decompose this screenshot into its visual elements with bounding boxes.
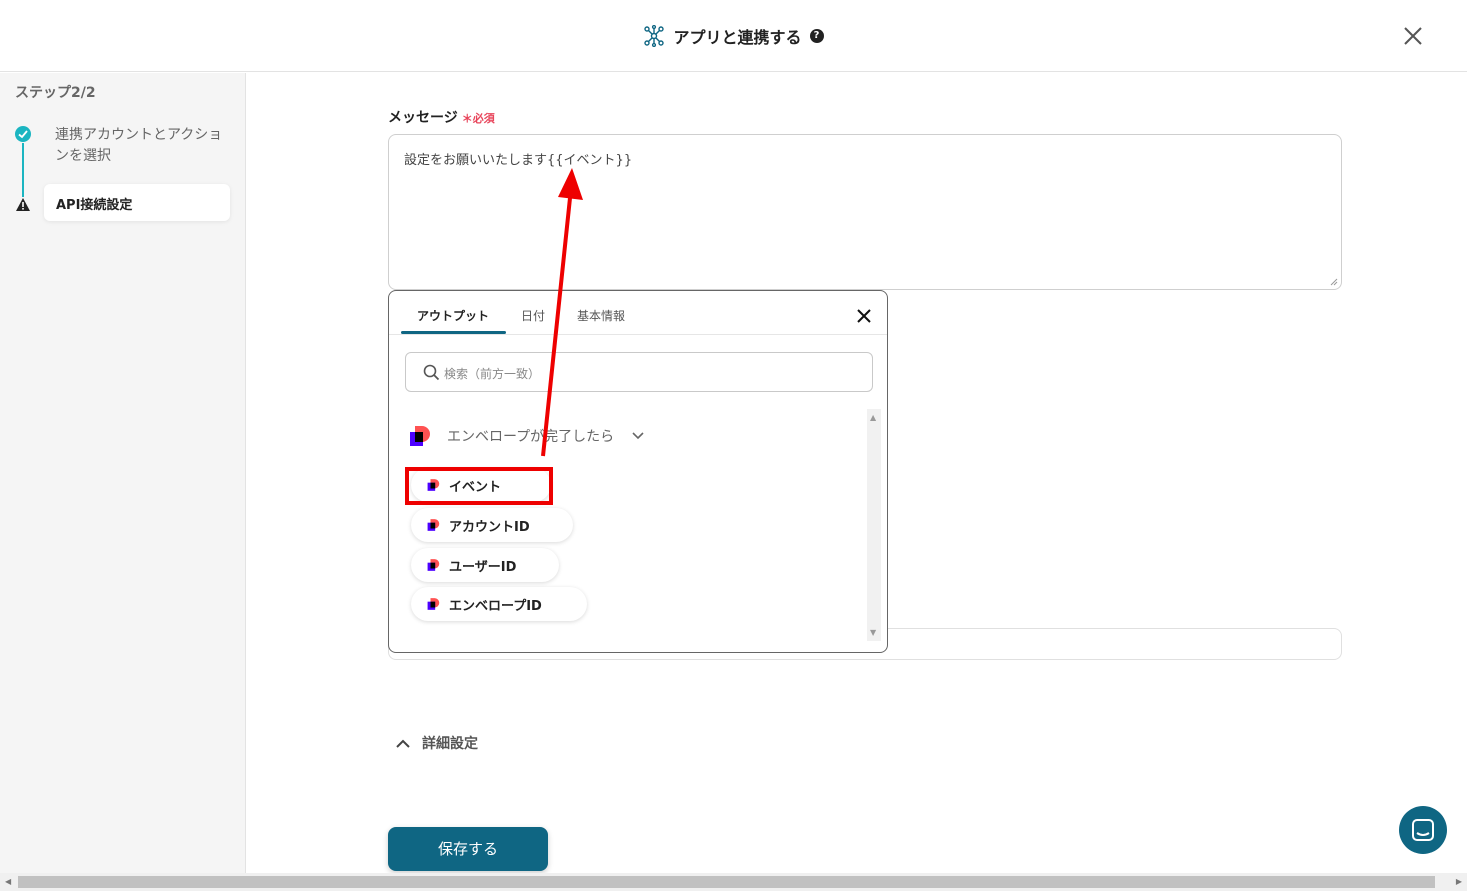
required-badge: ＊必須 xyxy=(461,112,495,125)
chat-launcher-button[interactable] xyxy=(1399,806,1447,854)
search-input[interactable]: 検索（前方一致） xyxy=(405,352,873,392)
message-textarea[interactable]: 設定をお願いいたします{{イベント}} xyxy=(388,134,1342,290)
active-tab-indicator xyxy=(401,331,506,334)
tab-basic-info[interactable]: 基本情報 xyxy=(577,307,625,324)
resize-grip-icon[interactable] xyxy=(1330,278,1338,286)
chat-icon xyxy=(1412,819,1434,841)
close-icon[interactable] xyxy=(1399,22,1427,50)
search-placeholder: 検索（前方一致） xyxy=(444,367,541,381)
step-connector xyxy=(22,143,24,197)
chevron-up-icon xyxy=(396,739,410,748)
tab-output[interactable]: アウトプット xyxy=(417,307,489,324)
modal-header: アプリと連携する ? xyxy=(0,0,1467,72)
output-item-account-id[interactable]: アカウントID xyxy=(411,508,573,542)
popup-scrollbar[interactable]: ▲ ▼ xyxy=(867,409,881,641)
scroll-left-icon[interactable]: ◀ xyxy=(5,877,11,886)
page: アプリと連携する ? ステップ2/2 連携アカウントとアクションを選択 API接… xyxy=(0,0,1467,891)
advanced-settings-label: 詳細設定 xyxy=(422,736,478,752)
scroll-up-icon[interactable]: ▲ xyxy=(870,413,876,422)
step-1-label[interactable]: 連携アカウントとアクションを選択 xyxy=(55,125,225,167)
close-icon[interactable] xyxy=(855,307,873,325)
picker-tabs: アウトプット 日付 基本情報 xyxy=(389,291,887,335)
tab-date[interactable]: 日付 xyxy=(521,307,545,324)
warning-icon xyxy=(16,198,30,211)
docusign-logo-icon xyxy=(427,519,440,531)
chevron-down-icon xyxy=(632,432,644,440)
message-value: 設定をお願いいたします{{イベント}} xyxy=(404,153,633,168)
output-item-label: ユーザーID xyxy=(449,559,517,575)
search-icon xyxy=(423,364,440,381)
output-item-envelope-id[interactable]: エンベロープID xyxy=(411,587,587,621)
docusign-logo-icon xyxy=(410,426,430,446)
network-icon xyxy=(644,25,665,47)
output-group-header[interactable]: エンベロープが完了したら xyxy=(409,424,644,448)
step-2-item[interactable]: API接続設定 xyxy=(44,184,230,221)
save-button[interactable]: 保存する xyxy=(388,827,548,871)
output-item-label: アカウントID xyxy=(449,519,530,535)
variable-picker-popup: アウトプット 日付 基本情報 検索（前方一致） エンベロープが完了したら イベン… xyxy=(388,290,888,653)
modal-title: アプリと連携する ? xyxy=(0,24,1467,48)
help-icon[interactable]: ? xyxy=(809,29,824,43)
docusign-logo-icon xyxy=(427,598,440,610)
scroll-right-icon[interactable]: ▶ xyxy=(1456,877,1462,886)
output-item-user-id[interactable]: ユーザーID xyxy=(411,548,559,582)
advanced-settings-toggle[interactable]: 詳細設定 xyxy=(396,733,478,753)
required-text: 必須 xyxy=(472,112,495,125)
message-label-text: メッセージ xyxy=(388,110,458,126)
docusign-logo-icon xyxy=(427,559,440,571)
scroll-down-icon[interactable]: ▼ xyxy=(870,628,876,637)
scrollbar-thumb[interactable] xyxy=(18,876,1435,888)
step-2-label: API接続設定 xyxy=(56,198,133,213)
group-label: エンベロープが完了したら xyxy=(447,429,615,445)
step-sidebar: ステップ2/2 連携アカウントとアクションを選択 API接続設定 xyxy=(0,73,246,891)
horizontal-scrollbar[interactable]: ◀ ▶ xyxy=(0,873,1467,891)
modal-title-text: アプリと連携する xyxy=(673,28,802,47)
output-item-label: エンベロープID xyxy=(449,598,542,614)
check-icon xyxy=(15,126,31,142)
step-count: ステップ2/2 xyxy=(15,85,96,101)
message-label: メッセージ ＊必須 xyxy=(388,107,495,127)
highlight-box xyxy=(405,467,553,505)
